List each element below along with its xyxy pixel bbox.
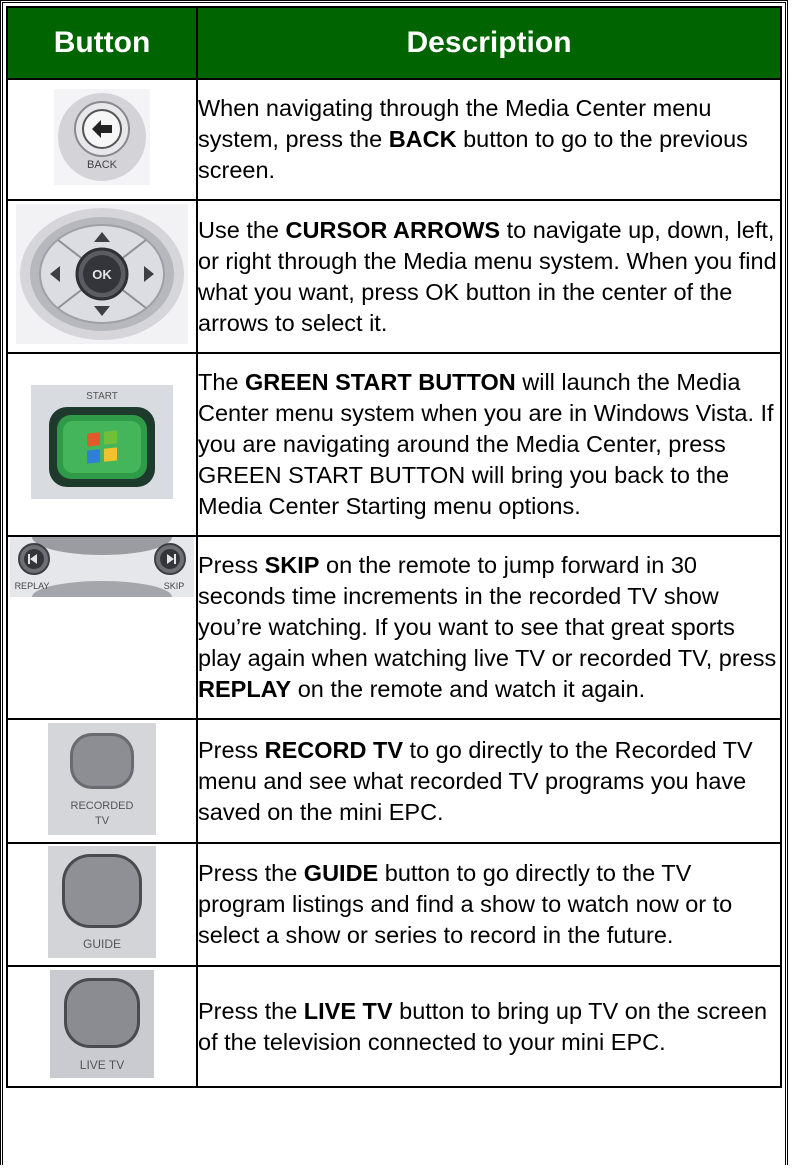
live-tv-description: Press the LIVE TV button to bring up TV … (196, 965, 782, 1088)
live-tv-icon: LIVE TV (50, 970, 154, 1078)
recorded-caption-line1: RECORDED (71, 800, 134, 812)
recorded-tv-image-cell: RECORDED TV (6, 718, 198, 844)
button-column-header: Button (6, 6, 198, 80)
back-caption: BACK (87, 159, 118, 171)
table-row: OK Use the CURSOR ARROWS to navigate up,… (6, 199, 782, 354)
bold-term: RECORD TV (264, 736, 404, 763)
replay-caption: REPLAY (15, 581, 50, 591)
description-text: Press (198, 552, 265, 578)
description-text: Press the (198, 860, 304, 886)
bold-term: LIVE TV (303, 997, 393, 1024)
recorded-tv-icon: RECORDED TV (48, 722, 156, 835)
start-description: The GREEN START BUTTON will launch the M… (196, 352, 782, 537)
description-text: Press the (198, 997, 304, 1024)
back-button-icon: BACK (54, 89, 150, 185)
description-text: The (198, 369, 246, 395)
ok-caption: OK (92, 267, 112, 282)
table-row: GUIDE Press the GUIDE button to go direc… (6, 842, 782, 967)
skip-replay-description: Press SKIP on the remote to jump forward… (196, 535, 782, 720)
guide-image-cell: GUIDE (6, 842, 198, 967)
guide-icon: GUIDE (48, 846, 156, 958)
bold-term: BACK (388, 126, 457, 152)
bold-term: GREEN START BUTTON (245, 369, 516, 395)
table-header-row: Button Description (6, 6, 782, 80)
back-button-image-cell: BACK (6, 78, 198, 201)
cursor-arrows-image-cell: OK (6, 199, 198, 354)
table-row: BACK When navigating through the Media C… (6, 78, 782, 201)
description-column-header: Description (196, 6, 782, 80)
guide-caption: GUIDE (83, 937, 121, 951)
guide-description: Press the GUIDE button to go directly to… (196, 842, 782, 967)
skip-replay-image-cell: REPLAY SKIP (6, 519, 198, 720)
cursor-arrows-description: Use the CURSOR ARROWS to navigate up, do… (196, 199, 782, 354)
start-caption: START (86, 391, 118, 402)
bold-term: GUIDE (303, 860, 379, 886)
bold-term: REPLAY (198, 676, 292, 702)
bold-term: SKIP (264, 552, 320, 578)
table-row: RECORDED TV Press RECORD TV to go direct… (6, 718, 782, 844)
live-tv-caption: LIVE TV (80, 1058, 124, 1072)
recorded-caption-line2: TV (95, 815, 110, 827)
description-text: Press (198, 736, 265, 763)
description-text: on the remote and watch it again. (291, 676, 646, 702)
table-row: LIVE TV Press the LIVE TV button to brin… (6, 965, 782, 1088)
table-row: REPLAY SKIP Press SKIP on the remote to … (6, 519, 782, 720)
table-row: START The GREEN START BUTTON will launch… (6, 352, 782, 537)
description-text: Use the (198, 216, 286, 243)
dpad-icon: OK (16, 204, 188, 344)
back-description: When navigating through the Media Center… (196, 78, 782, 201)
skip-caption: SKIP (164, 581, 185, 591)
bold-term: CURSOR ARROWS (285, 216, 501, 243)
live-tv-image-cell: LIVE TV (6, 965, 198, 1088)
skip-replay-icon: REPLAY SKIP (10, 519, 194, 613)
start-button-image-cell: START (6, 352, 198, 537)
start-button-icon: START (31, 385, 173, 499)
remote-buttons-table: Button Description BACK When navigating … (6, 6, 782, 1088)
recorded-tv-description: Press RECORD TV to go directly to the Re… (196, 718, 782, 844)
